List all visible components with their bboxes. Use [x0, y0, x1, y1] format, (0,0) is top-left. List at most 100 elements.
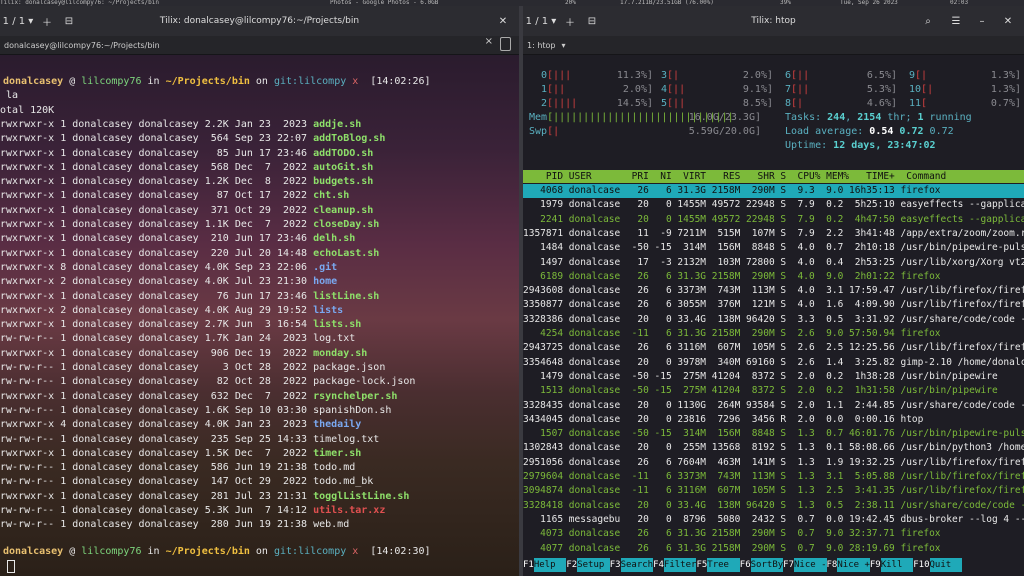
close-window-button[interactable]: ✕: [998, 11, 1018, 31]
cpu-bar: [||||: [547, 98, 578, 109]
process-row[interactable]: 4068 donalcase 26 6 31.3G 2158M 290M S 9…: [523, 184, 1024, 199]
terminal-pane-right[interactable]: 1 / 1 ▾ ＋ ⊟ Tilix: htop ⌕ ☰ – ✕ 1: htop …: [523, 6, 1024, 576]
titlebar-left: 1 / 1 ▾ ＋ ⊟ Tilix: donalcasey@lilcompy76…: [0, 6, 519, 36]
threads-label: thr;: [881, 112, 918, 123]
cpu-bar: [|: [915, 70, 928, 81]
terminal-tab[interactable]: 1: htop ▾: [523, 36, 1024, 55]
function-key-label: Kill: [880, 558, 914, 572]
uptime: Uptime: 12 days, 23:47:02: [785, 139, 936, 153]
file-name: package-lock.json: [313, 376, 416, 388]
process-row[interactable]: 4077 donalcase 26 6 31.3G 2158M 290M S 0…: [523, 542, 1024, 556]
file-row: -rwxrwxr-x 1 donalcasey donalcasey 632 D…: [0, 390, 397, 404]
close-window-button[interactable]: ✕: [493, 11, 513, 31]
function-key-f4[interactable]: F4Filter: [653, 558, 697, 572]
function-key-f5[interactable]: F5Tree: [696, 558, 740, 572]
session-counter[interactable]: 1 / 1 ▾: [523, 11, 559, 31]
cpu-bar: [|||: [547, 70, 572, 81]
process-table-header[interactable]: PID USER PRI NI VIRT RES SHR S CPU% MEM%…: [523, 170, 1024, 183]
function-key-f10[interactable]: F10Quit: [913, 558, 963, 572]
file-name: spanishDon.sh: [313, 404, 392, 416]
cpu-percent: 14.5%]: [616, 98, 653, 109]
terminal-pane-left[interactable]: 1 / 1 ▾ ＋ ⊟ Tilix: donalcasey@lilcompy76…: [0, 6, 519, 576]
file-name: addToBlog.sh: [313, 133, 386, 145]
process-row[interactable]: 3328418 donalcase 20 0 33.4G 138M 96420 …: [523, 499, 1024, 513]
process-row[interactable]: 4254 donalcase -11 6 31.3G 2158M 290M S …: [523, 327, 1024, 341]
chevron-down-icon[interactable]: ▾: [562, 41, 566, 50]
function-key-f2[interactable]: F2Setup: [566, 558, 610, 572]
cpu-percent: 2.0%]: [742, 70, 773, 81]
file-row: -rw-rw-r-- 1 donalcasey donalcasey 82 Oc…: [0, 375, 415, 389]
process-row[interactable]: 1979 donalcase 20 0 1455M 49572 22948 S …: [523, 198, 1024, 212]
file-meta: drwxrwxr-x 2 donalcasey donalcasey 4.0K …: [0, 304, 314, 316]
file-meta: -rwxrwxr-x 1 donalcasey donalcasey 632 D…: [0, 390, 314, 402]
add-terminal-button[interactable]: ＋: [36, 11, 58, 31]
terminal-tab-label: 1: htop: [527, 40, 556, 50]
file-name: addTODO.sh: [313, 147, 374, 159]
process-row[interactable]: 2943725 donalcase 26 6 3116M 607M 105M S…: [523, 341, 1024, 355]
process-row[interactable]: 3328386 donalcase 20 0 33.4G 138M 96420 …: [523, 313, 1024, 327]
terminal-output[interactable]: donalcasey @ lilcompy76 in ~/Projects/bi…: [0, 55, 519, 576]
cpu-meter: 0[||| 11.3%]: [541, 69, 653, 83]
process-row[interactable]: 1302843 donalcase 20 0 255M 13568 8192 S…: [523, 441, 1024, 455]
process-row[interactable]: 3094874 donalcase -11 6 3116M 607M 105M …: [523, 484, 1024, 498]
file-meta: -rwxrwxr-x 1 donalcasey donalcasey 76 Ju…: [0, 290, 314, 302]
cpu-meter: 11[0.7%]: [909, 97, 1021, 111]
search-icon[interactable]: ⌕: [918, 11, 938, 31]
function-key-label: Quit: [929, 558, 963, 572]
process-row[interactable]: 6189 donalcase 26 6 31.3G 2158M 290M S 4…: [523, 270, 1024, 284]
prompt-git: git:lilcompy: [273, 546, 347, 558]
prompt-input[interactable]: $: [0, 559, 16, 574]
minimize-button[interactable]: –: [972, 11, 992, 31]
file-name: echoLast.sh: [313, 247, 380, 259]
function-key-f3[interactable]: F3Search: [610, 558, 654, 572]
process-row[interactable]: 2943608 donalcase 26 6 3373M 743M 113M S…: [523, 284, 1024, 298]
cpu-percent: 8.5%]: [742, 98, 773, 109]
process-row[interactable]: 3328435 donalcase 20 0 1130G 264M 93584 …: [523, 399, 1024, 413]
file-name: autoGit.sh: [313, 161, 374, 173]
process-row[interactable]: 1479 donalcase -50 -15 275M 41204 8372 S…: [523, 370, 1024, 384]
split-terminal-button[interactable]: ⊟: [58, 11, 80, 31]
file-row: -rwxrwxr-x 1 donalcasey donalcasey 76 Ju…: [0, 290, 379, 304]
cpu-bar: [||: [667, 84, 686, 95]
process-row[interactable]: 2241 donalcase 20 0 1455M 49572 22948 S …: [523, 213, 1024, 227]
cpu-percent: 9.1%]: [742, 84, 773, 95]
file-name: thedaily: [313, 419, 362, 431]
close-icon[interactable]: ×: [485, 36, 493, 47]
process-row[interactable]: 1165 messagebu 20 0 8796 5080 2432 S 0.7…: [523, 513, 1024, 527]
htop-view[interactable]: 0[||| 11.3%] 1[|| 2.0%] 2[|||| 14.5%] 3[| 2.0%]…: [523, 55, 1024, 576]
process-row[interactable]: 3354648 donalcase 20 0 3978M 340M 69160 …: [523, 356, 1024, 370]
function-key-f1[interactable]: F1Help: [523, 558, 567, 572]
file-row: -rwxrwxr-x 1 donalcasey donalcasey 2.7K …: [0, 318, 361, 332]
process-row[interactable]: 2979604 donalcase -11 6 3373M 743M 113M …: [523, 470, 1024, 484]
add-terminal-button[interactable]: ＋: [559, 11, 581, 31]
total-line: total 120K: [0, 104, 55, 116]
cpu-percent: 0.7%]: [990, 98, 1021, 109]
cpu-meter: 8[| 4.6%]: [785, 97, 897, 111]
mem-value: 16.0G/23.3G]: [688, 112, 761, 123]
file-row: -rw-rw-r-- 1 donalcasey donalcasey 235 S…: [0, 433, 379, 447]
cpu-id: 10: [909, 84, 922, 95]
cpu-meter: 6[|| 6.5%]: [785, 69, 897, 83]
session-counter[interactable]: 1 / 1 ▾: [0, 11, 36, 31]
terminal-tab[interactable]: donalcasey@lilcompy76:~/Projects/bin ×: [0, 36, 519, 55]
function-key-f7[interactable]: F7Nice -: [783, 558, 827, 572]
running-label: running: [923, 112, 972, 123]
process-row[interactable]: 1484 donalcase -50 -15 314M 156M 8848 S …: [523, 241, 1024, 255]
function-key-f9[interactable]: F9Kill: [870, 558, 914, 572]
prompt-at: @: [63, 76, 82, 87]
process-row[interactable]: 1507 donalcase -50 -15 314M 156M 8848 S …: [523, 427, 1024, 441]
file-meta: -rw-rw-r-- 1 donalcasey donalcasey 5.3K …: [0, 505, 314, 516]
menu-icon[interactable]: ☰: [946, 11, 966, 31]
function-key-f8[interactable]: F8Nice +: [827, 558, 870, 572]
scroll-lock-icon[interactable]: [500, 37, 511, 51]
process-row[interactable]: 4073 donalcase 26 6 31.3G 2158M 290M S 0…: [523, 527, 1024, 541]
process-row[interactable]: 1357871 donalcase 11 -9 7211M 515M 107M …: [523, 227, 1024, 241]
process-row[interactable]: 3350877 donalcase 26 6 3055M 376M 121M S…: [523, 298, 1024, 312]
process-row[interactable]: 1497 donalcase 17 -3 2132M 103M 72800 S …: [523, 256, 1024, 270]
process-row[interactable]: 2951056 donalcase 26 6 7604M 463M 141M S…: [523, 456, 1024, 470]
function-key-f6[interactable]: F6SortBy: [740, 558, 784, 572]
process-row[interactable]: 3434045 donalcase 20 0 23816 7296 3456 R…: [523, 413, 1024, 427]
file-name: todo.md_bk: [313, 476, 374, 488]
process-row[interactable]: 1513 donalcase -50 -15 275M 41204 8372 S…: [523, 384, 1024, 398]
split-terminal-button[interactable]: ⊟: [581, 11, 603, 31]
